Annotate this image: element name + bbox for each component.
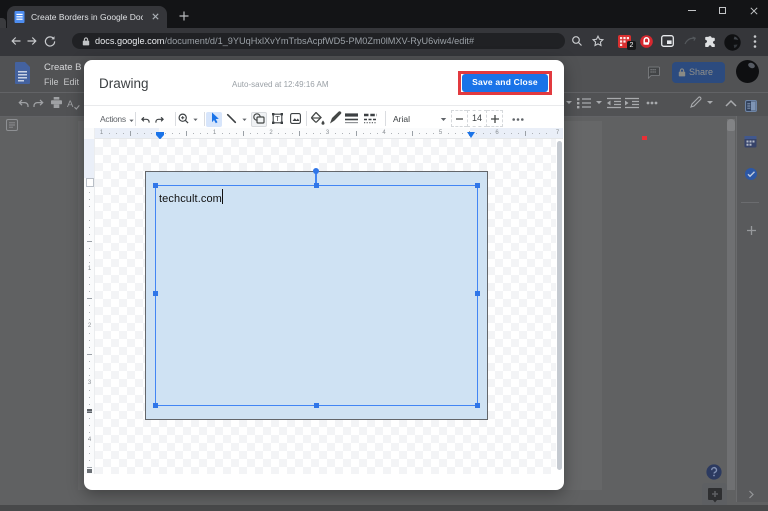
svg-text:A: A [67,99,74,110]
svg-text:T: T [275,114,280,123]
